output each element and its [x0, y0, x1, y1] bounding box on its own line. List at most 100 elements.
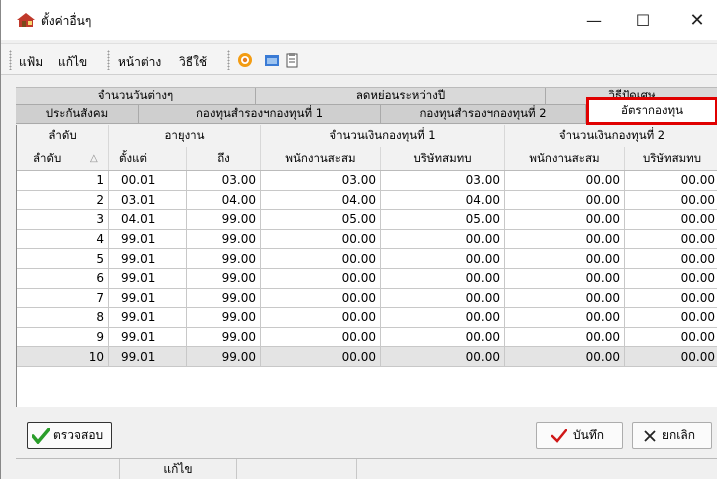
cell-to[interactable]: 03.00: [187, 171, 261, 190]
cell-seq[interactable]: 8: [17, 308, 109, 327]
cell-emp2[interactable]: 00.00: [505, 308, 625, 327]
cell-emp1[interactable]: 00.00: [261, 308, 381, 327]
cell-to[interactable]: 99.00: [187, 347, 261, 366]
table-row[interactable]: 3 04.01 99.00 05.00 05.00 00.00 00.00: [17, 210, 717, 230]
cell-com2[interactable]: 00.00: [625, 308, 717, 327]
cell-com1[interactable]: 00.00: [381, 229, 505, 249]
cell-com2[interactable]: 00.00: [625, 328, 717, 347]
table-row[interactable]: 10 99.01 99.00 00.00 00.00 00.00 00.00: [17, 347, 717, 367]
tab-deductions[interactable]: ลดหย่อนระหว่างปี: [256, 88, 546, 104]
table-row[interactable]: 5 99.01 99.00 00.00 00.00 00.00 00.00: [17, 249, 717, 269]
close-button[interactable]: ✕: [682, 8, 712, 32]
tab-provident-fund-2[interactable]: กองทุนสำรองฯกองทุนที่ 2: [381, 105, 586, 123]
cell-com1[interactable]: 00.00: [381, 347, 505, 366]
cell-seq[interactable]: 7: [17, 288, 109, 308]
cell-from[interactable]: 99.01: [109, 308, 187, 327]
cell-emp1[interactable]: 00.00: [261, 229, 381, 249]
table-row[interactable]: 8 99.01 99.00 00.00 00.00 00.00 00.00: [17, 308, 717, 328]
cell-com2[interactable]: 00.00: [625, 191, 717, 210]
cell-emp1[interactable]: 00.00: [261, 269, 381, 288]
cell-com2[interactable]: 00.00: [625, 230, 717, 249]
col-header-seq[interactable]: ลำดับ △: [17, 147, 109, 170]
cell-from[interactable]: 99.01: [109, 249, 187, 268]
cell-com2[interactable]: 00.00: [625, 171, 717, 190]
col-header-com2[interactable]: บริษัทสมทบ: [625, 147, 717, 170]
cell-com2[interactable]: 00.00: [625, 289, 717, 308]
tab-days[interactable]: จำนวนวันต่างๆ: [16, 88, 256, 104]
cell-from[interactable]: 99.01: [109, 327, 187, 347]
cell-emp2[interactable]: 00.00: [505, 288, 625, 308]
cell-to[interactable]: 99.00: [187, 308, 261, 327]
cell-seq[interactable]: 3: [17, 210, 109, 229]
cell-com1[interactable]: 00.00: [381, 269, 505, 288]
cell-com1[interactable]: 05.00: [381, 210, 505, 229]
cell-seq[interactable]: 2: [17, 190, 109, 210]
cell-com2[interactable]: 00.00: [625, 249, 717, 268]
cell-from[interactable]: 99.01: [109, 269, 187, 288]
cell-from[interactable]: 99.01: [109, 288, 187, 308]
cell-com1[interactable]: 04.00: [381, 190, 505, 210]
tab-provident-fund-1[interactable]: กองทุนสำรองฯกองทุนที่ 1: [139, 105, 381, 123]
cell-emp1[interactable]: 00.00: [261, 288, 381, 308]
col-header-emp2[interactable]: พนักงานสะสม: [505, 147, 625, 170]
cell-com2[interactable]: 00.00: [625, 210, 717, 229]
cell-seq[interactable]: 5: [17, 249, 109, 268]
cell-to[interactable]: 99.00: [187, 249, 261, 268]
check-button[interactable]: ตรวจสอบ: [27, 422, 112, 449]
cell-emp1[interactable]: 05.00: [261, 210, 381, 229]
toolbar-grip[interactable]: [107, 50, 110, 70]
cell-com1[interactable]: 00.00: [381, 327, 505, 347]
cell-emp1[interactable]: 00.00: [261, 327, 381, 347]
minimize-button[interactable]: —: [579, 8, 609, 32]
cell-to[interactable]: 04.00: [187, 190, 261, 210]
cell-emp2[interactable]: 00.00: [505, 269, 625, 288]
table-row[interactable]: 7 99.01 99.00 00.00 00.00 00.00 00.00: [17, 288, 717, 309]
tab-social-security[interactable]: ประกันสังคม: [16, 105, 139, 123]
cell-com2[interactable]: 00.00: [625, 347, 717, 366]
cell-to[interactable]: 99.00: [187, 288, 261, 308]
cell-emp2[interactable]: 00.00: [505, 171, 625, 190]
cell-emp2[interactable]: 00.00: [505, 190, 625, 210]
cell-com1[interactable]: 00.00: [381, 288, 505, 308]
cell-com1[interactable]: 00.00: [381, 308, 505, 327]
cell-emp2[interactable]: 00.00: [505, 327, 625, 347]
menu-file[interactable]: แฟ้ม: [19, 53, 43, 72]
cell-seq[interactable]: 9: [17, 327, 109, 347]
table-row[interactable]: 9 99.01 99.00 00.00 00.00 00.00 00.00: [17, 327, 717, 348]
cell-emp2[interactable]: 00.00: [505, 249, 625, 268]
cell-emp1[interactable]: 00.00: [261, 347, 381, 366]
table-row[interactable]: 1 00.01 03.00 03.00 03.00 00.00 00.00: [17, 171, 717, 191]
cell-seq[interactable]: 6: [17, 269, 109, 288]
table-row[interactable]: 6 99.01 99.00 00.00 00.00 00.00 00.00: [17, 269, 717, 289]
cell-to[interactable]: 99.00: [187, 269, 261, 288]
cell-emp2[interactable]: 00.00: [505, 210, 625, 229]
cell-from[interactable]: 04.01: [109, 210, 187, 229]
cell-seq[interactable]: 1: [17, 171, 109, 190]
menu-help[interactable]: วิธีใช้: [179, 53, 207, 72]
col-header-com1[interactable]: บริษัทสมทบ: [381, 147, 505, 170]
menu-window[interactable]: หน้าต่าง: [118, 53, 161, 72]
col-header-emp1[interactable]: พนักงานสะสม: [261, 147, 381, 170]
cell-emp2[interactable]: 00.00: [505, 347, 625, 366]
cell-from[interactable]: 03.01: [109, 190, 187, 210]
cell-from[interactable]: 00.01: [109, 171, 187, 190]
col-header-to[interactable]: ถึง: [187, 147, 261, 170]
cell-seq[interactable]: 10: [17, 347, 109, 366]
cell-from[interactable]: 99.01: [109, 347, 187, 366]
cell-to[interactable]: 99.00: [187, 229, 261, 249]
table-row[interactable]: 4 99.01 99.00 00.00 00.00 00.00 00.00: [17, 229, 717, 250]
help-circle-icon[interactable]: [237, 52, 253, 68]
save-button[interactable]: บันทึก: [536, 422, 623, 449]
maximize-button[interactable]: ☐: [628, 8, 658, 32]
toolbar-grip[interactable]: [9, 50, 12, 70]
window-icon[interactable]: [264, 52, 280, 68]
cancel-button[interactable]: ยกเลิก: [632, 422, 712, 449]
cell-seq[interactable]: 4: [17, 229, 109, 249]
cell-from[interactable]: 99.01: [109, 229, 187, 249]
menu-edit[interactable]: แก้ไข: [58, 53, 87, 72]
cell-to[interactable]: 99.00: [187, 327, 261, 347]
cell-com1[interactable]: 03.00: [381, 171, 505, 190]
cell-emp1[interactable]: 04.00: [261, 190, 381, 210]
cell-com1[interactable]: 00.00: [381, 249, 505, 268]
cell-emp1[interactable]: 03.00: [261, 171, 381, 190]
